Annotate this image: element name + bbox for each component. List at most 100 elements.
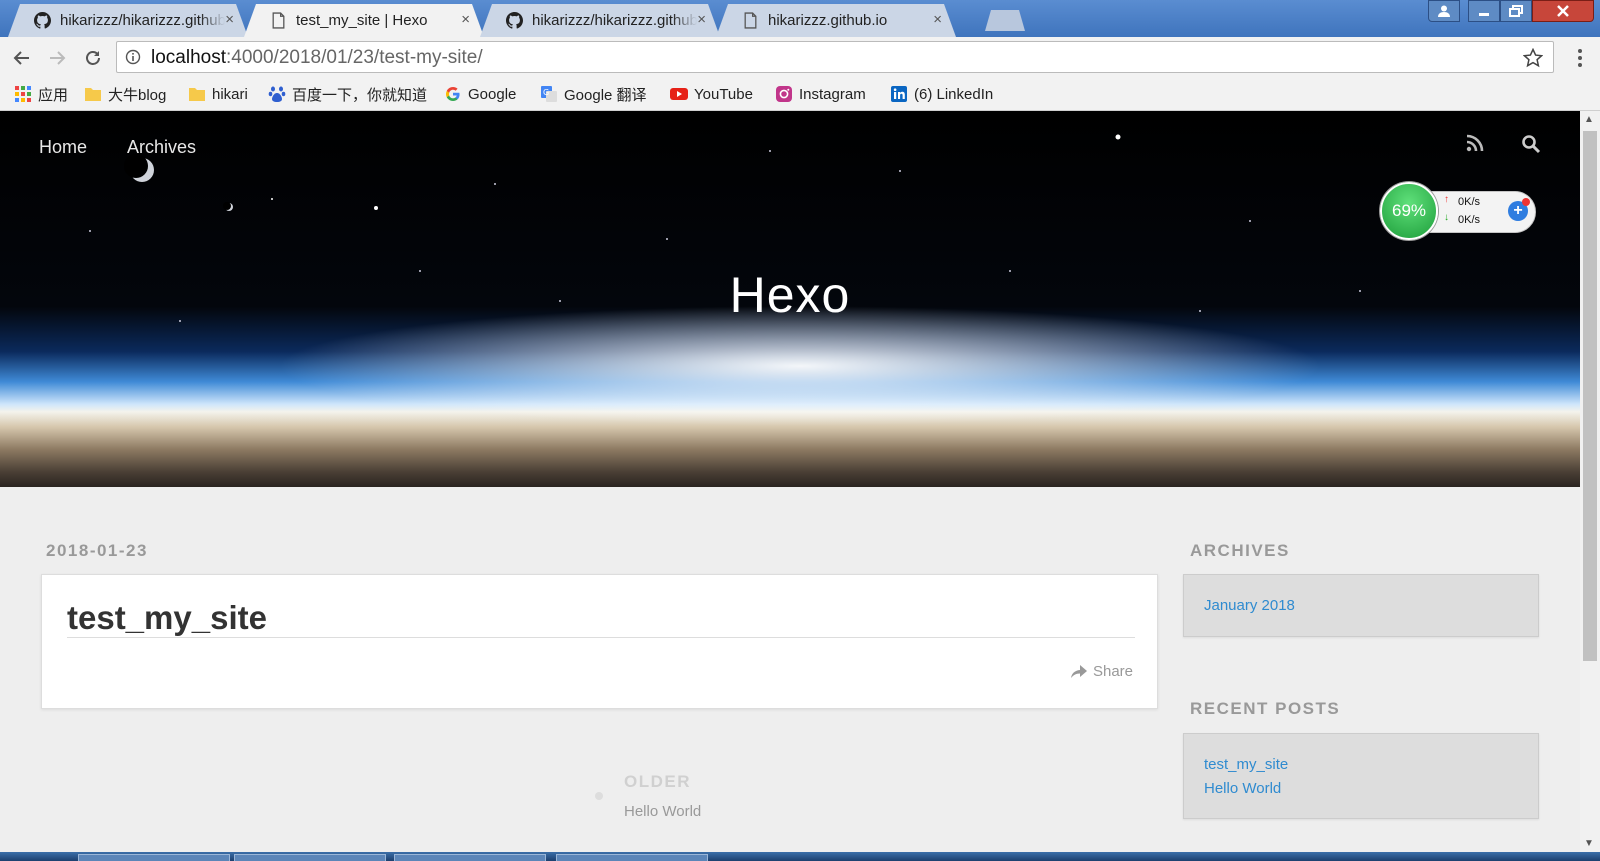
apps-grid-icon (15, 86, 31, 102)
back-button[interactable] (9, 45, 35, 71)
tab-title: hikarizzz.github.io (768, 12, 888, 29)
network-speed-widget[interactable]: 69% ↑ 0K/s ↓ 0K/s + (1380, 182, 1538, 240)
bookmarks-bar: 应用 大牛blog hikari 百度一下，你就知道 Google G Goog… (0, 77, 1600, 111)
linkedin-icon (891, 86, 907, 102)
menu-dots-icon[interactable] (1570, 45, 1590, 71)
bookmark-linkedin[interactable]: (6) LinkedIn (890, 83, 993, 105)
close-icon[interactable]: × (461, 11, 470, 28)
bookmark-label: Instagram (799, 85, 866, 103)
forward-button[interactable] (44, 45, 70, 71)
bookmark-baidu[interactable]: 百度一下，你就知道 (268, 83, 427, 105)
archive-link-january-2018[interactable]: January 2018 (1204, 597, 1295, 614)
recent-posts-heading: RECENT POSTS (1190, 699, 1341, 718)
tab-github-2[interactable]: hikarizzz/hikarizzz.github.io × (480, 4, 720, 37)
page-icon (744, 12, 757, 29)
tab-title: hikarizzz/hikarizzz.github.io (532, 12, 697, 29)
taskbar-item[interactable] (556, 854, 708, 861)
taskbar-item[interactable] (234, 854, 386, 861)
share-label: Share (1092, 663, 1133, 680)
bookmark-star-icon[interactable] (1523, 48, 1543, 68)
site-banner: Home Archives Hexo 69% ↑ 0K/s ↓ 0K/s + (0, 111, 1580, 487)
browser-tab-strip: hikarizzz/hikarizzz.github.io × test_my_… (0, 0, 1600, 37)
reload-button[interactable] (80, 45, 106, 71)
folder-icon (85, 88, 101, 101)
bookmark-youtube[interactable]: YouTube (670, 83, 753, 105)
bookmark-label: Google (468, 85, 517, 103)
bookmark-label: 百度一下，你就知道 (292, 86, 428, 104)
post-date[interactable]: 2018-01-23 (46, 541, 148, 561)
bookmark-instagram[interactable]: Instagram (775, 83, 866, 105)
tab-github-io[interactable]: hikarizzz.github.io × (716, 4, 956, 37)
tab-github-1[interactable]: hikarizzz/hikarizzz.github.io × (8, 4, 248, 37)
tab-test-my-site[interactable]: test_my_site | Hexo × (244, 4, 484, 37)
site-title[interactable]: Hexo (0, 266, 1580, 324)
scroll-down-arrow-icon[interactable]: ▼ (1584, 838, 1594, 849)
bookmark-label: 应用 (38, 86, 69, 104)
url-host: localhost (151, 47, 226, 68)
page-icon (272, 12, 285, 29)
bookmark-label: 大牛blog (108, 86, 167, 104)
restore-icon (1509, 5, 1523, 17)
user-icon (1438, 5, 1450, 17)
forward-arrow-icon (50, 51, 66, 65)
minimize-icon (1479, 13, 1489, 16)
close-window-button[interactable] (1532, 0, 1594, 22)
post-title[interactable]: test_my_site (67, 599, 267, 637)
close-icon[interactable]: × (697, 11, 706, 28)
recent-post-link[interactable]: Hello World (1204, 780, 1281, 797)
rss-icon[interactable] (1466, 134, 1484, 152)
bookmark-label: Google 翻译 (564, 86, 647, 104)
scroll-up-arrow-icon[interactable]: ▲ (1584, 114, 1594, 125)
bookmark-daniu-blog[interactable]: 大牛blog (84, 83, 166, 105)
profile-button[interactable] (1428, 0, 1460, 22)
restore-button[interactable] (1500, 0, 1532, 22)
older-post-link[interactable]: Hello World (624, 803, 701, 820)
folder-icon (189, 88, 205, 101)
share-button[interactable]: Share (1070, 663, 1133, 680)
nav-home-link[interactable]: Home (39, 137, 87, 158)
new-tab-button[interactable] (985, 10, 1025, 31)
vertical-scrollbar[interactable]: ▲ ▼ (1580, 111, 1600, 852)
search-icon[interactable] (1521, 134, 1541, 154)
google-translate-icon: G (541, 86, 557, 102)
archives-widget: January 2018 (1183, 574, 1539, 637)
youtube-icon (670, 88, 688, 100)
older-label: OLDER (624, 772, 691, 791)
bookmark-google-translate[interactable]: G Google 翻译 (540, 83, 647, 105)
bookmark-hikari[interactable]: hikari (188, 83, 248, 105)
bookmark-google[interactable]: Google (444, 83, 516, 105)
svg-text:G: G (543, 88, 549, 97)
close-icon (1557, 5, 1569, 17)
upload-speed: 0K/s (1458, 196, 1481, 208)
instagram-icon (776, 86, 792, 102)
recent-post-link[interactable]: test_my_site (1204, 756, 1288, 773)
download-speed: 0K/s (1458, 214, 1481, 226)
reload-icon (86, 51, 100, 65)
archives-heading: ARCHIVES (1190, 541, 1290, 560)
nav-archives-link[interactable]: Archives (127, 137, 196, 158)
taskbar-item[interactable] (394, 854, 546, 861)
bookmark-label: YouTube (694, 85, 753, 103)
share-arrow-icon (1070, 664, 1087, 678)
minimize-button[interactable] (1468, 0, 1500, 22)
back-arrow-icon (13, 51, 29, 65)
github-icon (506, 12, 523, 29)
bookmark-label: (6) LinkedIn (914, 85, 994, 103)
bookmark-label: hikari (212, 85, 248, 103)
taskbar-item[interactable] (78, 854, 230, 861)
post-card: test_my_site Share (41, 574, 1158, 709)
memory-usage-gauge[interactable]: 69% (1380, 182, 1438, 240)
pager-dot (595, 792, 603, 800)
os-taskbar (0, 852, 1600, 861)
google-icon (446, 87, 460, 101)
notification-dot (1522, 198, 1530, 206)
close-icon[interactable]: × (225, 11, 234, 28)
address-bar[interactable]: localhost:4000/2018/01/23/test-my-site/ (116, 41, 1554, 73)
baidu-icon (268, 86, 286, 102)
bookmark-apps[interactable]: 应用 (14, 83, 68, 105)
scrollbar-thumb[interactable] (1583, 131, 1597, 661)
download-arrow-icon: ↓ (1444, 212, 1449, 223)
url-text[interactable]: localhost:4000/2018/01/23/test-my-site/ (151, 47, 483, 69)
close-icon[interactable]: × (933, 11, 942, 28)
info-icon[interactable] (125, 49, 141, 65)
